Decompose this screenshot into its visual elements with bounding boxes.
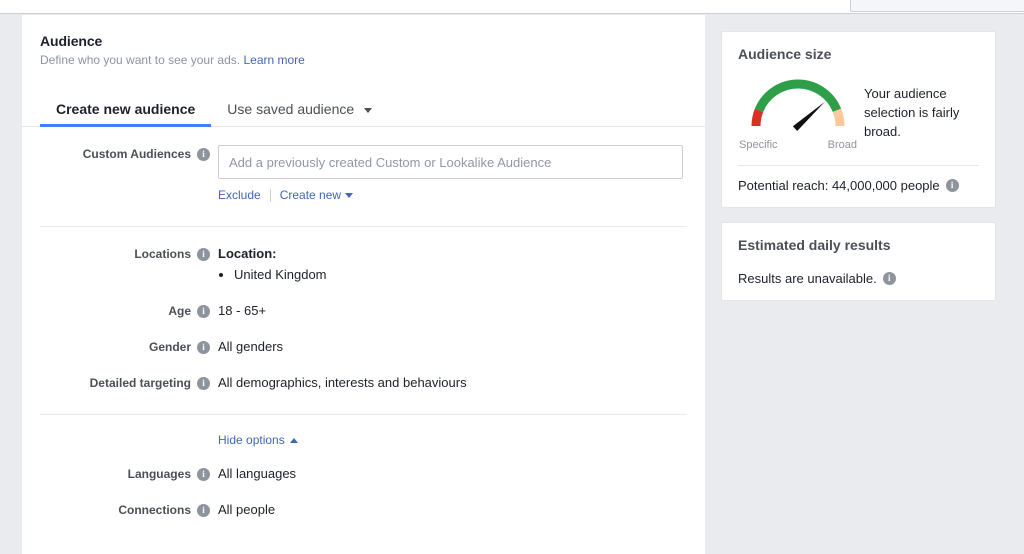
- hide-options-label: Hide options: [218, 433, 285, 447]
- row-locations: Locations i Location: United Kingdom: [40, 245, 687, 284]
- gauge-label-broad: Broad: [827, 139, 857, 151]
- chevron-up-icon: [289, 438, 298, 444]
- learn-more-link[interactable]: Learn more: [243, 53, 304, 67]
- custom-audiences-input[interactable]: [218, 145, 683, 179]
- gender-label-group: Gender i: [40, 338, 218, 356]
- info-icon[interactable]: i: [882, 272, 896, 285]
- locations-label: Locations: [134, 247, 191, 261]
- tab-create-new-audience-label: Create new audience: [56, 101, 196, 117]
- divider: [40, 226, 687, 227]
- detailed-targeting-value[interactable]: All demographics, interests and behaviou…: [218, 374, 687, 392]
- gauge-label-specific: Specific: [739, 139, 778, 151]
- connections-value[interactable]: All people: [218, 501, 687, 519]
- list-item: United Kingdom: [234, 265, 687, 284]
- row-detailed-targeting: Detailed targeting i All demographics, i…: [40, 374, 687, 392]
- info-icon[interactable]: i: [197, 376, 210, 390]
- tab-use-saved-audience[interactable]: Use saved audience: [211, 101, 388, 126]
- row-languages: Languages i All languages: [40, 465, 687, 483]
- audience-size-gauge-area: Specific Broad Your audience selection i…: [738, 70, 979, 151]
- languages-label-group: Languages i: [40, 465, 218, 483]
- age-value[interactable]: 18 - 65+: [218, 302, 687, 320]
- gender-label: Gender: [148, 340, 191, 354]
- hide-options-link[interactable]: Hide options: [218, 433, 298, 447]
- age-label-group: Age i: [40, 302, 218, 320]
- divider: [738, 165, 979, 166]
- audience-size-verdict: Your audience selection is fairly broad.: [864, 86, 960, 139]
- cut-off-panel: [850, 0, 1024, 12]
- connections-label: Connections: [118, 503, 191, 517]
- chevron-down-icon: [345, 193, 354, 199]
- row-connections: Connections i All people: [40, 501, 687, 519]
- estimated-daily-results-status: Results are unavailable.: [738, 271, 877, 286]
- tab-create-new-audience[interactable]: Create new audience: [40, 101, 212, 127]
- info-icon[interactable]: i: [945, 179, 959, 192]
- location-heading: Location:: [218, 246, 277, 261]
- info-icon[interactable]: i: [197, 503, 210, 517]
- gauge-wrap: Specific Broad: [738, 70, 858, 151]
- page-title: Audience: [40, 33, 103, 49]
- audience-size-title: Audience size: [738, 46, 832, 62]
- custom-audiences-label: Custom Audiences: [82, 147, 191, 161]
- gauge-labels: Specific Broad: [738, 139, 858, 151]
- potential-reach-row: Potential reach: 44,000,000 people i: [738, 178, 979, 193]
- audience-form: Custom Audiences i Exclude Create new: [22, 145, 705, 519]
- row-age: Age i 18 - 65+: [40, 302, 687, 320]
- create-new-label: Create new: [279, 188, 342, 202]
- row-custom-audiences: Custom Audiences i Exclude Create new: [40, 145, 687, 204]
- info-icon[interactable]: i: [197, 467, 210, 481]
- info-icon[interactable]: i: [197, 247, 210, 261]
- chevron-down-icon: [364, 107, 373, 113]
- page-body: Audience Define who you want to see your…: [0, 15, 1024, 554]
- custom-audiences-value: Exclude Create new: [218, 145, 687, 204]
- age-label: Age: [168, 304, 191, 318]
- potential-reach-text: Potential reach: 44,000,000 people: [738, 178, 940, 193]
- card-header: Audience Define who you want to see your…: [22, 33, 705, 67]
- tab-use-saved-audience-label: Use saved audience: [227, 101, 355, 117]
- languages-value[interactable]: All languages: [218, 465, 687, 483]
- audience-size-gauge-icon: [751, 79, 845, 132]
- hide-options-row: Hide options: [40, 433, 687, 447]
- info-icon[interactable]: i: [197, 147, 210, 161]
- detailed-targeting-label-group: Detailed targeting i: [40, 374, 218, 392]
- page-subtitle: Define who you want to see your ads. Lea…: [40, 53, 687, 67]
- audience-tabs: Create new audience Use saved audience: [22, 91, 705, 127]
- top-bar: [0, 0, 1024, 14]
- sidebar: Audience size Specific Broad Your audien…: [721, 31, 996, 315]
- link-separator: [269, 188, 271, 202]
- locations-value[interactable]: Location: United Kingdom: [218, 245, 687, 284]
- create-new-link[interactable]: Create new: [279, 186, 354, 204]
- info-icon[interactable]: i: [197, 304, 210, 318]
- connections-label-group: Connections i: [40, 501, 218, 519]
- exclude-link[interactable]: Exclude: [218, 186, 261, 204]
- estimated-daily-results-card: Estimated daily results Results are unav…: [721, 222, 996, 301]
- gender-value[interactable]: All genders: [218, 338, 687, 356]
- languages-label: Languages: [127, 467, 191, 481]
- detailed-targeting-label: Detailed targeting: [89, 376, 191, 390]
- row-gender: Gender i All genders: [40, 338, 687, 356]
- audience-card: Audience Define who you want to see your…: [22, 15, 705, 554]
- locations-label-group: Locations i: [40, 245, 218, 263]
- audience-size-card: Audience size Specific Broad Your audien…: [721, 31, 996, 208]
- custom-audiences-actions: Exclude Create new: [218, 186, 687, 204]
- estimated-daily-results-title: Estimated daily results: [738, 237, 891, 253]
- estimated-daily-results-status-row: Results are unavailable. i: [738, 271, 979, 286]
- custom-audiences-label-group: Custom Audiences i: [40, 145, 218, 163]
- divider: [40, 414, 687, 415]
- page-subtitle-text: Define who you want to see your ads.: [40, 53, 241, 67]
- info-icon[interactable]: i: [197, 340, 210, 354]
- location-list: United Kingdom: [234, 265, 687, 284]
